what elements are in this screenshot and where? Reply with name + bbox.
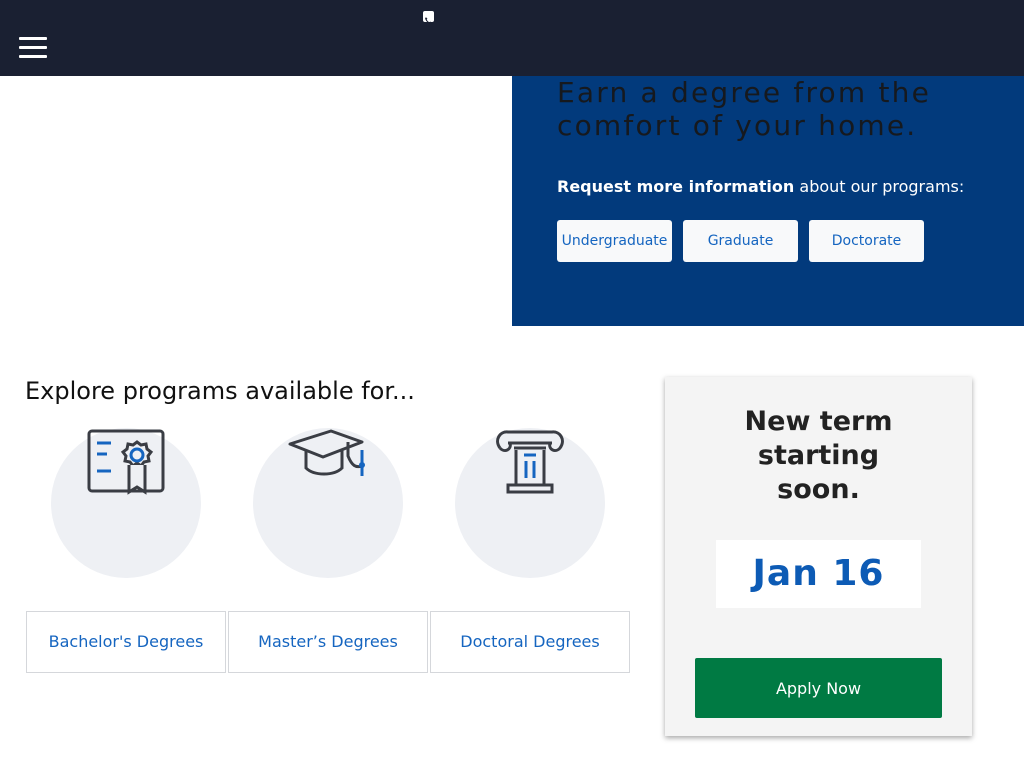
apply-now-button[interactable]: Apply Now (695, 658, 942, 718)
new-term-title: New term starting soon. (665, 405, 972, 507)
term-start-date: Jan 16 (716, 540, 921, 608)
ionic-column-icon (488, 428, 572, 500)
doctoral-degrees-link[interactable]: Doctoral Degrees (430, 611, 630, 673)
new-term-card: New term starting soon. Jan 16 Apply Now (665, 377, 972, 736)
graduate-button[interactable]: Graduate (683, 220, 798, 262)
hero-image-area (0, 76, 512, 326)
doctorate-button[interactable]: Doctorate (809, 220, 924, 262)
request-info-rest: about our programs: (794, 177, 965, 196)
masters-degrees-link[interactable]: Master’s Degrees (228, 611, 428, 673)
phone-icon[interactable] (423, 11, 434, 24)
top-navigation-bar (0, 0, 1024, 76)
request-info-bold: Request more information (557, 177, 795, 196)
program-card-masters: Master’s Degrees (228, 428, 428, 673)
bachelors-degrees-link[interactable]: Bachelor's Degrees (26, 611, 226, 673)
explore-programs-heading: Explore programs available for... (25, 377, 415, 405)
undergraduate-button[interactable]: Undergraduate (557, 220, 672, 262)
graduation-cap-icon (286, 428, 370, 500)
program-card-doctoral: Doctoral Degrees (430, 428, 630, 673)
new-term-title-text: New term starting soon. (744, 406, 893, 505)
certificate-icon (84, 428, 168, 500)
program-card-bachelors: Bachelor's Degrees (26, 428, 226, 673)
hero-title: Earn a degree from the comfort of your h… (557, 76, 932, 142)
hero-panel: Earn a degree from the comfort of your h… (512, 76, 1024, 326)
hamburger-menu-icon[interactable] (19, 37, 47, 59)
request-info-text: Request more information about our progr… (557, 177, 997, 196)
